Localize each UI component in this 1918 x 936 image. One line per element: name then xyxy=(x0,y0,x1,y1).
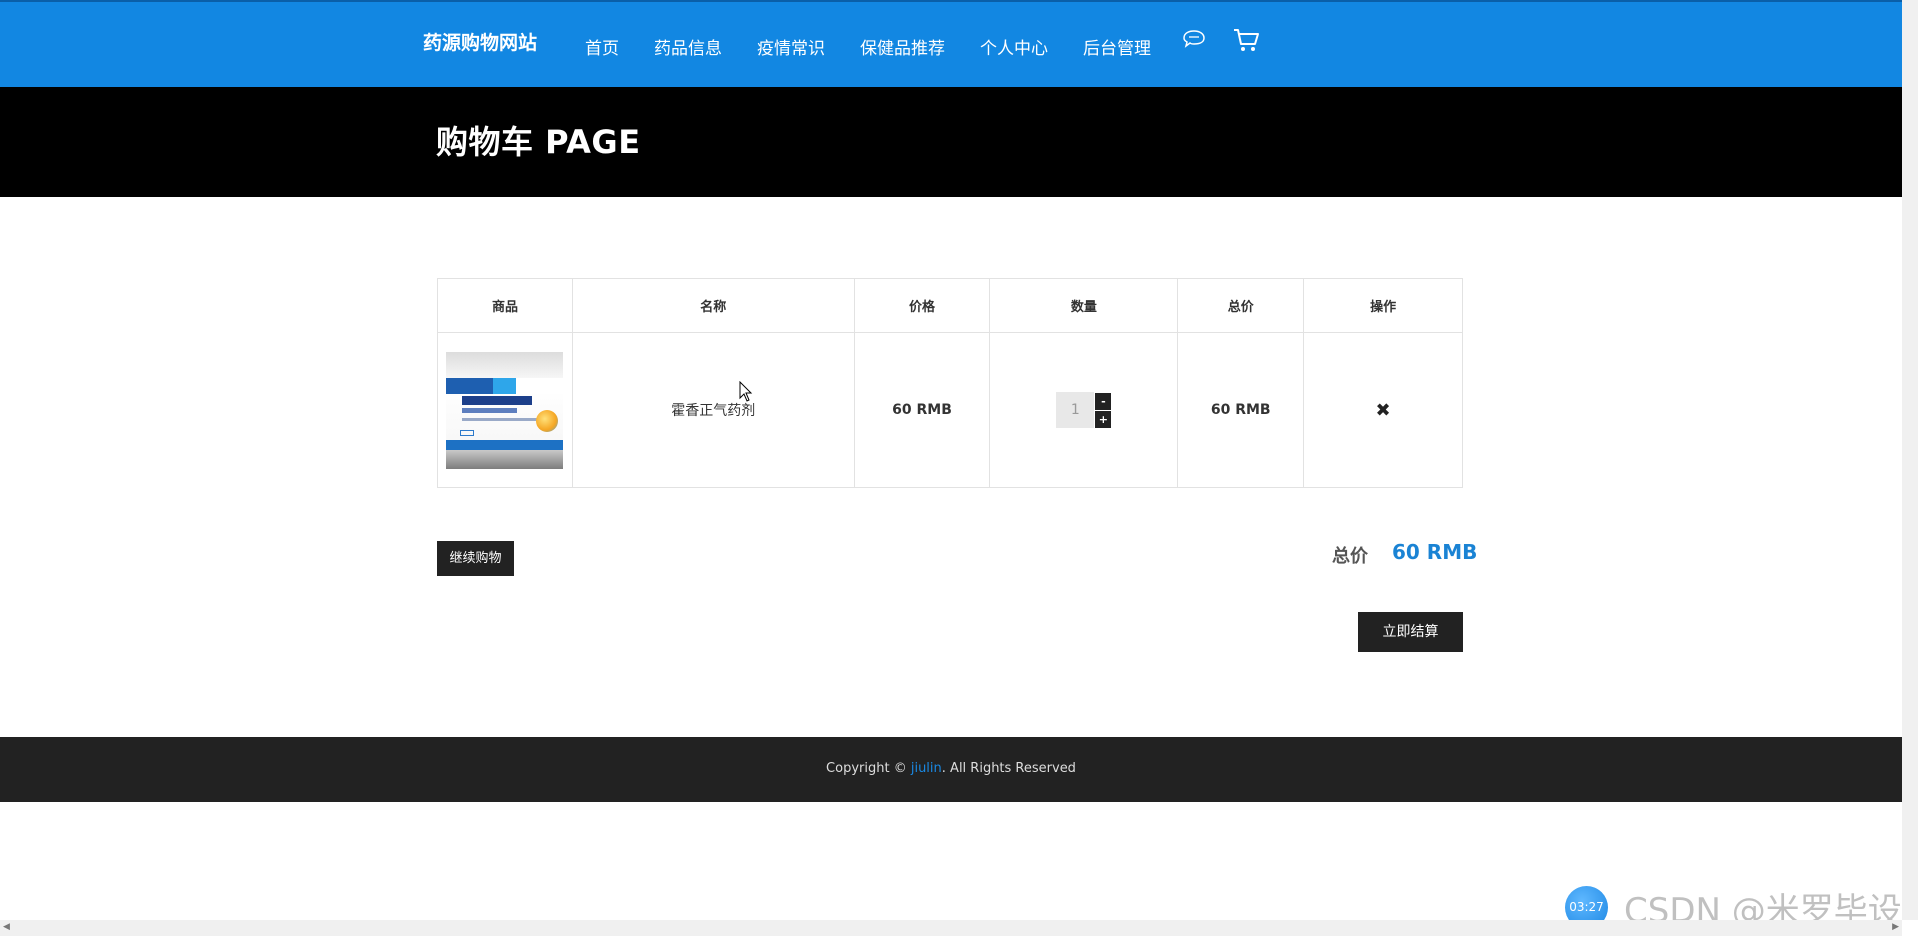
column-header-action: 操作 xyxy=(1303,278,1463,333)
column-header-name: 名称 xyxy=(571,278,855,333)
copyright-link[interactable]: jiulin xyxy=(911,761,942,776)
column-header-total: 总价 xyxy=(1177,278,1305,333)
footer: Copyright © jiulin. All Rights Reserved xyxy=(0,737,1902,802)
cart-total-label: 总价 xyxy=(1332,546,1368,567)
main-nav: 首页 药品信息 疫情常识 保健品推荐 个人中心 后台管理 xyxy=(585,34,1186,59)
nav-item-epidemic-knowledge[interactable]: 疫情常识 xyxy=(757,34,825,59)
checkout-button[interactable]: 立即结算 xyxy=(1358,612,1463,652)
column-header-product: 商品 xyxy=(437,278,573,333)
nav-item-medicine-info[interactable]: 药品信息 xyxy=(654,34,722,59)
page-banner: 购物车 PAGE xyxy=(0,87,1902,197)
cart-total-value: 60 RMB xyxy=(1392,540,1478,564)
product-image-stripe xyxy=(446,439,564,450)
horizontal-scrollbar[interactable]: ◀ ▶ xyxy=(0,920,1902,936)
product-image-badge xyxy=(460,429,475,436)
nav-item-personal-center[interactable]: 个人中心 xyxy=(980,34,1048,59)
scroll-left-icon[interactable]: ◀ xyxy=(3,922,10,932)
product-image-text xyxy=(462,417,541,421)
cart-table: 商品 名称 价格 数量 总价 操作 霍香正气药剂 60 RMB 1 - + 60… xyxy=(437,278,1463,488)
product-image-cell xyxy=(437,332,573,488)
product-total: 60 RMB xyxy=(1177,332,1305,488)
page: 药源购物网站 首页 药品信息 疫情常识 保健品推荐 个人中心 后台管理 购物车 … xyxy=(0,0,1918,936)
quantity-decrease-button[interactable]: - xyxy=(1095,392,1112,410)
table-row: 霍香正气药剂 60 RMB - + 60 RMB ✖ xyxy=(437,332,1463,488)
column-header-quantity: 数量 xyxy=(989,278,1179,333)
column-header-price: 价格 xyxy=(853,278,991,333)
nav-item-admin[interactable]: 后台管理 xyxy=(1083,34,1151,59)
nav-item-home[interactable]: 首页 xyxy=(585,34,619,59)
page-title: 购物车 PAGE xyxy=(436,123,641,161)
product-name-cell: 霍香正气药剂 xyxy=(571,332,855,488)
product-image-text xyxy=(462,395,533,405)
quantity-stepper: - + xyxy=(1056,392,1112,428)
scroll-right-icon[interactable]: ▶ xyxy=(1892,922,1899,932)
quantity-buttons: - + xyxy=(1095,392,1112,428)
nav-item-health-products[interactable]: 保健品推荐 xyxy=(860,34,945,59)
product-image[interactable] xyxy=(446,351,564,469)
brand-logo[interactable]: 药源购物网站 xyxy=(423,28,537,55)
quantity-increase-button[interactable]: + xyxy=(1095,410,1112,428)
product-image-stripe xyxy=(446,377,564,394)
product-image-orb xyxy=(536,409,559,432)
table-header-row: 商品 名称 价格 数量 总价 操作 xyxy=(437,278,1463,333)
product-price: 60 RMB xyxy=(853,332,991,488)
cart-icon[interactable] xyxy=(1232,26,1260,54)
quantity-cell: - + xyxy=(989,332,1179,488)
copyright-suffix: . All Rights Reserved xyxy=(941,761,1076,776)
continue-shopping-button[interactable]: 继续购物 xyxy=(437,541,514,576)
copyright-prefix: Copyright © xyxy=(826,761,911,776)
vertical-scrollbar[interactable] xyxy=(1902,0,1918,920)
top-navbar: 药源购物网站 首页 药品信息 疫情常识 保健品推荐 个人中心 后台管理 xyxy=(0,0,1902,87)
action-cell: ✖ xyxy=(1303,332,1463,488)
chat-icon[interactable] xyxy=(1181,29,1207,51)
mouse-cursor-icon xyxy=(739,381,753,402)
quantity-input[interactable] xyxy=(1056,392,1095,428)
product-name: 霍香正气药剂 xyxy=(671,403,756,419)
product-image-reflection xyxy=(446,449,564,469)
copyright-text: Copyright © jiulin. All Rights Reserved xyxy=(0,761,1902,776)
product-image-text xyxy=(462,407,518,413)
remove-item-icon[interactable]: ✖ xyxy=(1376,400,1391,421)
